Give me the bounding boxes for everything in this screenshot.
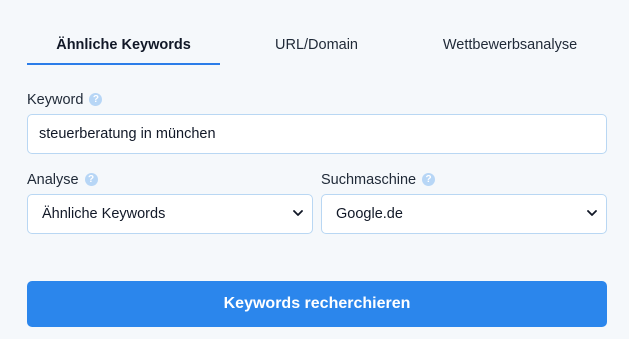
tab-aehnliche-keywords[interactable]: Ähnliche Keywords bbox=[27, 36, 220, 54]
keyword-label-row: Keyword? bbox=[27, 91, 103, 109]
suchmaschine-select[interactable]: Google.de bbox=[321, 194, 607, 234]
chevron-down-icon bbox=[293, 210, 303, 216]
suchmaschine-label-row: Suchmaschine? bbox=[321, 171, 436, 189]
help-circle-icon[interactable]: ? bbox=[422, 172, 436, 186]
chevron-down-icon bbox=[587, 210, 597, 216]
keyword-input[interactable] bbox=[27, 114, 607, 154]
suchmaschine-label: Suchmaschine bbox=[321, 172, 417, 188]
keywords-recherchieren-button[interactable]: Keywords recherchieren bbox=[27, 281, 607, 327]
keyword-label: Keyword bbox=[27, 92, 84, 108]
tab-wettbewerbsanalyse[interactable]: Wettbewerbsanalyse bbox=[413, 36, 607, 54]
tab-url-domain[interactable]: URL/Domain bbox=[220, 36, 413, 54]
suchmaschine-selected-value: Google.de bbox=[336, 206, 403, 222]
active-tab-indicator bbox=[27, 63, 220, 65]
help-circle-icon[interactable]: ? bbox=[84, 172, 98, 186]
analyse-select[interactable]: Ähnliche Keywords bbox=[27, 194, 313, 234]
analyse-selected-value: Ähnliche Keywords bbox=[42, 206, 166, 222]
analyse-label: Analyse bbox=[27, 172, 79, 188]
tab-bar: Ähnliche Keywords URL/Domain Wettbewerbs… bbox=[0, 0, 629, 66]
help-circle-icon[interactable]: ? bbox=[89, 92, 103, 106]
analyse-label-row: Analyse? bbox=[27, 171, 98, 189]
